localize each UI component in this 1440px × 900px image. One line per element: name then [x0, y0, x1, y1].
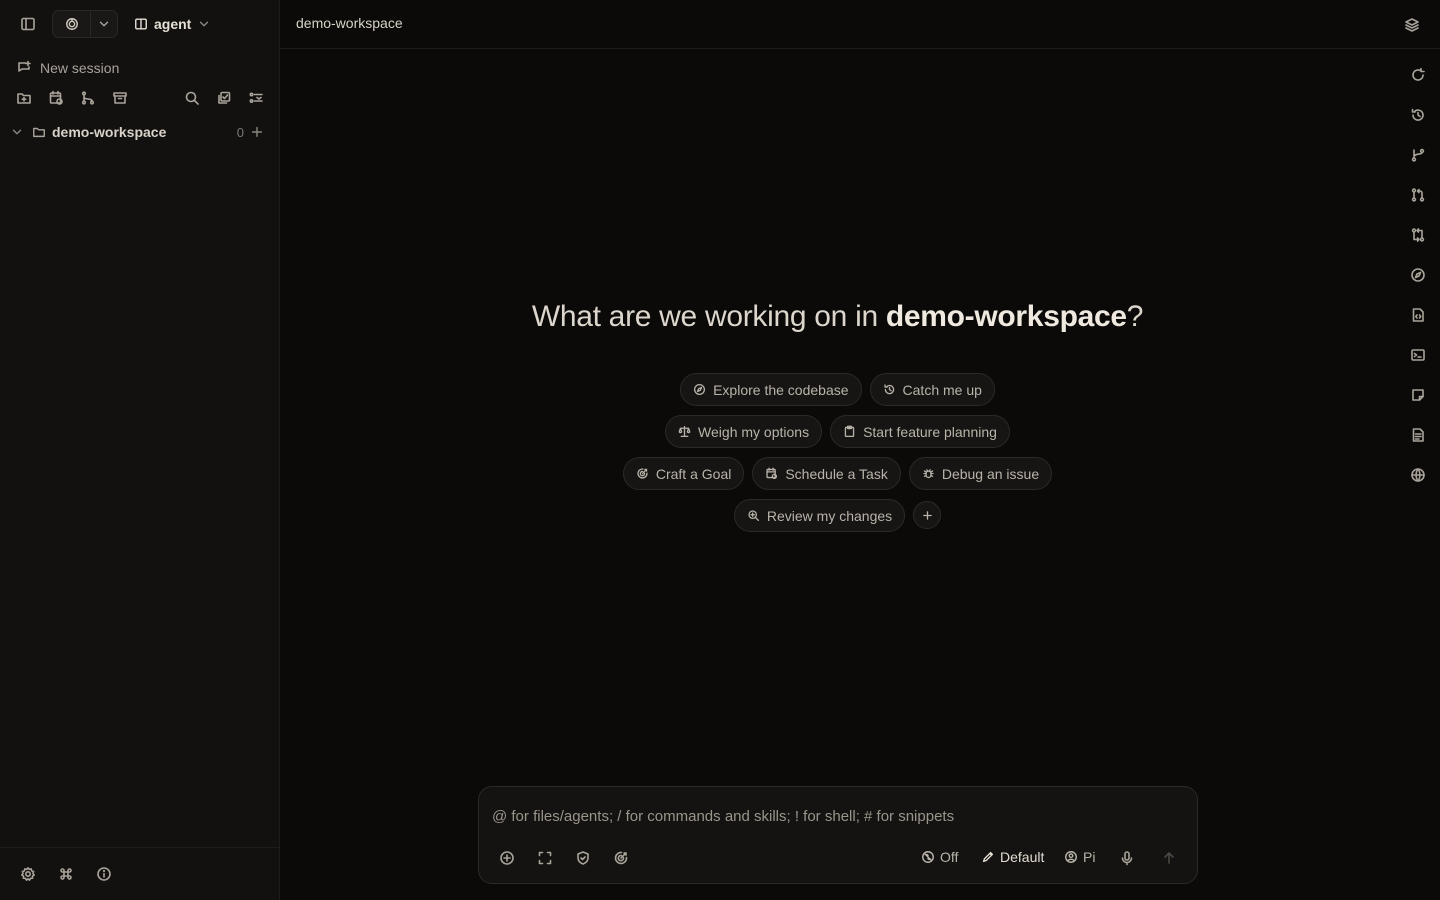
workspace-title: demo-workspace: [296, 15, 403, 31]
suggestion-label: Craft a Goal: [655, 465, 732, 482]
new-folder-icon[interactable]: [10, 84, 38, 112]
sticky-note-icon[interactable]: [1404, 381, 1432, 409]
suggestion-label: Review my changes: [766, 507, 893, 524]
agent-logo-icon[interactable]: [53, 11, 90, 37]
brain-off-icon: [921, 850, 935, 864]
git-compare-icon[interactable]: [1404, 221, 1432, 249]
target-icon: [636, 467, 649, 480]
suggestion-explore-codebase[interactable]: Explore the codebase: [680, 373, 862, 406]
add-session-icon[interactable]: [250, 125, 264, 139]
calendar-clock-icon[interactable]: [42, 84, 70, 112]
model-value: Pi: [1083, 849, 1096, 865]
workspace-name: demo-workspace: [52, 124, 167, 140]
info-icon[interactable]: [90, 860, 118, 888]
chevron-down-icon: [197, 17, 211, 31]
send-arrow-icon[interactable]: [1155, 844, 1183, 872]
layers-icon[interactable]: [1398, 11, 1426, 39]
agent-switcher[interactable]: [52, 10, 118, 38]
suggestion-label: Weigh my options: [698, 423, 810, 440]
copy-sessions-icon[interactable]: [210, 84, 238, 112]
code-file-icon[interactable]: [1404, 301, 1432, 329]
new-session-button[interactable]: New session: [16, 58, 119, 78]
message-composer: Off Default Pi: [478, 786, 1198, 884]
terminal-icon[interactable]: [1404, 341, 1432, 369]
new-session-label: New session: [40, 60, 120, 76]
new-session-icon: [16, 60, 32, 76]
suggestions-row-2: Weigh my options Start feature planning: [280, 415, 1395, 448]
suggestion-catch-me-up[interactable]: Catch me up: [869, 373, 995, 406]
suggestion-label: Debug an issue: [941, 465, 1040, 482]
suggestion-review-changes[interactable]: Review my changes: [733, 499, 906, 532]
search-icon[interactable]: [178, 84, 206, 112]
sidebar-footer: [0, 847, 279, 900]
folder-icon: [32, 125, 46, 139]
compass-icon[interactable]: [1404, 261, 1432, 289]
settings-icon[interactable]: [14, 860, 42, 888]
sidebar: agent New session demo-workspace 0: [0, 0, 280, 900]
plus-icon: [922, 510, 932, 520]
user-circle-icon: [1064, 850, 1078, 864]
suggestion-craft-goal[interactable]: Craft a Goal: [622, 457, 745, 490]
archive-icon[interactable]: [106, 84, 134, 112]
mode-value: Default: [1000, 849, 1045, 865]
suggestion-schedule-task[interactable]: Schedule a Task: [752, 457, 901, 490]
clipboard-icon: [843, 425, 856, 438]
history-icon: [883, 383, 896, 396]
thinking-value: Off: [940, 849, 959, 865]
suggestion-debug-issue[interactable]: Debug an issue: [908, 457, 1053, 490]
workspace-row[interactable]: demo-workspace 0: [10, 120, 270, 144]
suggestion-feature-planning[interactable]: Start feature planning: [830, 415, 1010, 448]
git-branch-icon[interactable]: [1404, 141, 1432, 169]
chevron-down-icon[interactable]: [91, 11, 117, 37]
heading-prefix: What are we working on in: [531, 300, 886, 333]
suggestion-label: Explore the codebase: [713, 381, 849, 398]
globe-icon[interactable]: [1404, 461, 1432, 489]
pull-request-icon[interactable]: [1404, 181, 1432, 209]
thinking-toggle[interactable]: Off: [921, 847, 958, 867]
suggestion-label: Schedule a Task: [785, 465, 888, 482]
suggestions-row-4: Review my changes: [280, 499, 1395, 532]
calendar-clock-icon: [765, 467, 778, 480]
sidebar-header: agent: [0, 0, 279, 48]
agent-layout-select[interactable]: agent: [134, 12, 211, 36]
toggle-sidebar-icon[interactable]: [14, 10, 42, 38]
filter-list-icon[interactable]: [242, 84, 270, 112]
suggestion-weigh-options[interactable]: Weigh my options: [665, 415, 823, 448]
goal-icon[interactable]: [607, 844, 635, 872]
compass-icon: [693, 383, 706, 396]
prompt-input[interactable]: [492, 807, 1182, 825]
mode-select[interactable]: Default: [981, 847, 1044, 867]
scale-icon: [678, 425, 691, 438]
pen-icon: [981, 850, 995, 864]
shield-icon[interactable]: [569, 844, 597, 872]
add-suggestion-button[interactable]: [913, 501, 942, 529]
refresh-icon[interactable]: [1404, 61, 1432, 89]
heading-workspace: demo-workspace: [885, 300, 1127, 333]
heading-suffix: ?: [1126, 300, 1144, 333]
suggestion-label: Catch me up: [902, 381, 982, 398]
zoom-icon: [747, 509, 760, 522]
command-icon[interactable]: [52, 860, 80, 888]
top-bar: demo-workspace: [280, 0, 1440, 49]
document-icon[interactable]: [1404, 421, 1432, 449]
suggestion-label: Start feature planning: [863, 423, 997, 440]
microphone-icon[interactable]: [1113, 844, 1141, 872]
add-attachment-icon[interactable]: [493, 844, 521, 872]
session-count: 0: [236, 124, 244, 140]
suggestions-row-1: Explore the codebase Catch me up: [280, 373, 1395, 406]
bug-icon: [922, 467, 935, 480]
git-fork-icon[interactable]: [74, 84, 102, 112]
history-icon[interactable]: [1404, 101, 1432, 129]
welcome-heading: What are we working on in demo-workspace…: [280, 300, 1395, 334]
suggestions-row-3: Craft a Goal Schedule a Task Debug an is…: [280, 457, 1395, 490]
expand-icon[interactable]: [531, 844, 559, 872]
model-select[interactable]: Pi: [1064, 847, 1095, 867]
agent-label: agent: [154, 16, 192, 32]
chevron-down-icon[interactable]: [10, 125, 24, 139]
columns-icon: [134, 17, 148, 31]
